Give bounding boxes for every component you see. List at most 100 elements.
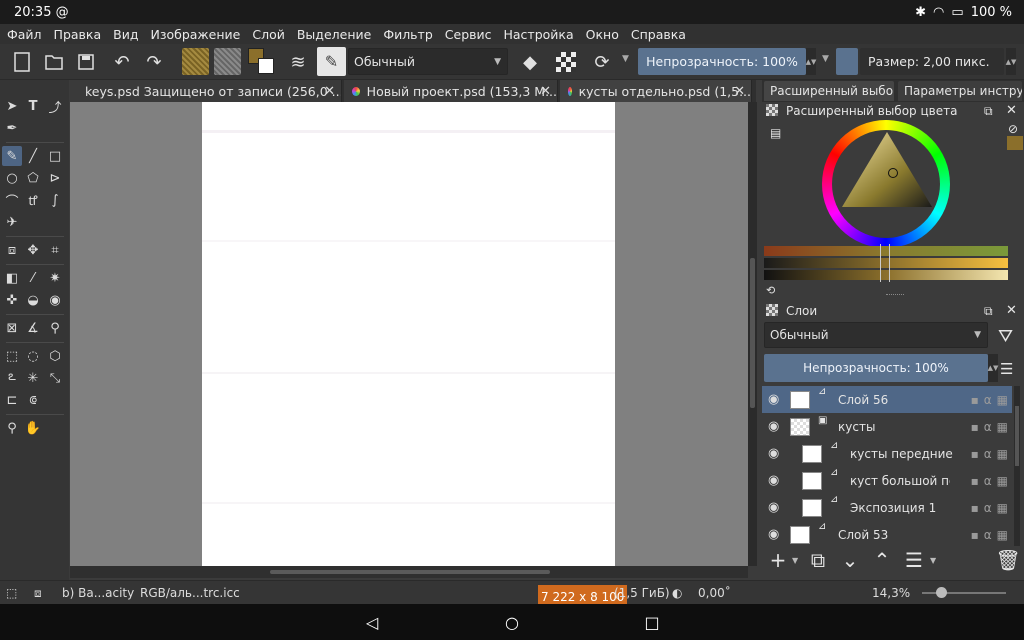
pattern-preset[interactable] — [214, 48, 241, 75]
menu-icon[interactable]: ☰ — [1000, 360, 1013, 378]
line-tool-icon[interactable]: ╱ — [23, 146, 43, 166]
menu-settings[interactable]: Настройка — [504, 27, 574, 42]
tab-keys[interactable]: keys.psd Защищено от записи (256,0 ... ✕ — [70, 80, 342, 102]
pan-tool-icon[interactable]: ✋ — [23, 418, 43, 438]
menu-tools[interactable]: Сервис — [445, 27, 492, 42]
color-settings-icon[interactable]: ▤ — [770, 126, 781, 140]
layer-opacity-slider[interactable]: Непрозрачность: 100% — [764, 354, 988, 382]
similar-select-icon[interactable]: ⤡ — [45, 368, 65, 388]
reload-preset-icon[interactable]: ⟳ — [588, 48, 616, 76]
save-icon[interactable] — [72, 48, 100, 76]
inherit-alpha-icon[interactable]: ▦ — [997, 474, 1008, 488]
color-cursor[interactable] — [888, 168, 898, 178]
size-slider-fill[interactable] — [836, 48, 858, 75]
visibility-icon[interactable]: ◉ — [768, 419, 779, 434]
layer-row[interactable]: ◉ ⊿ кусты передние ▪ α ▦ — [762, 440, 1012, 467]
layer-row[interactable]: ◉ ⊿ Слой 56 ▪ α ▦ — [762, 386, 1012, 413]
rectangle-tool-icon[interactable]: □ — [45, 146, 65, 166]
freehand-select-icon[interactable]: ఽ — [2, 368, 22, 388]
move-tool-icon[interactable]: ✥ — [23, 240, 43, 260]
inherit-alpha-icon[interactable]: ▦ — [997, 447, 1008, 461]
magic-wand-icon[interactable]: ✳ — [23, 368, 43, 388]
home-icon[interactable]: ○ — [502, 612, 522, 632]
menu-select[interactable]: Выделение — [297, 27, 371, 42]
close-icon[interactable]: ✕ — [324, 84, 335, 99]
menu-window[interactable]: Окно — [586, 27, 619, 42]
float-panel-icon[interactable]: ⧉ — [984, 304, 993, 319]
selection-display-icon[interactable]: ⧈ — [34, 581, 42, 605]
colorize-mask-icon[interactable]: ✷ — [45, 268, 65, 288]
move-layer-up-icon[interactable]: ⌃ — [870, 547, 894, 573]
eraser-icon[interactable]: ◆ — [516, 48, 544, 76]
filter-icon[interactable]: ⛛ — [998, 326, 1013, 347]
alpha-icon[interactable]: α — [984, 474, 992, 488]
menu-view[interactable]: Вид — [113, 27, 138, 42]
menu-filter[interactable]: Фильтр — [383, 27, 432, 42]
open-folder-icon[interactable] — [40, 48, 68, 76]
redo-icon[interactable]: ↷ — [140, 48, 168, 76]
lock-icon[interactable]: ▪ — [971, 447, 979, 461]
layer-row[interactable]: ◉ ▣ кусты ▪ α ▦ — [762, 413, 1012, 440]
layer-row[interactable]: ◉ ⊿ Экспозиция 1 ▪ α ▦ — [762, 494, 1012, 521]
alpha-icon[interactable]: α — [984, 393, 992, 407]
ellipse-tool-icon[interactable]: ○ — [2, 168, 22, 188]
freehand-brush-icon[interactable]: ✎ — [2, 146, 22, 166]
visibility-icon[interactable]: ◉ — [768, 473, 779, 488]
blend-mode-select[interactable]: Обычный ▼ — [348, 48, 508, 75]
scrollbar-thumb[interactable] — [1015, 406, 1019, 466]
alpha-lock-icon[interactable] — [556, 52, 576, 72]
lock-icon[interactable]: ▪ — [971, 393, 979, 407]
ellipse-select-icon[interactable]: ◌ — [23, 346, 43, 366]
delete-layer-icon[interactable]: 🗑 — [995, 547, 1020, 573]
reset-color-icon[interactable]: ⟲ — [766, 284, 775, 297]
menu-layer[interactable]: Слой — [252, 27, 285, 42]
menu-edit[interactable]: Правка — [54, 27, 102, 42]
horizontal-scrollbar[interactable] — [70, 566, 748, 578]
inherit-alpha-icon[interactable]: ▦ — [997, 393, 1008, 407]
polyline-tool-icon[interactable]: ⊳ — [45, 168, 65, 188]
dynamic-brush-icon[interactable]: ∫ — [45, 190, 65, 210]
visibility-icon[interactable]: ◉ — [768, 500, 779, 515]
inherit-alpha-icon[interactable]: ▦ — [997, 528, 1008, 542]
panel-lock-icon[interactable] — [766, 304, 778, 316]
tab-advanced-color[interactable]: Расширенный выбор... — [764, 81, 894, 101]
menu-image[interactable]: Изображение — [150, 27, 240, 42]
no-color-icon[interactable]: ⊘ — [1008, 122, 1018, 136]
measure-tool-icon[interactable]: ∡ — [23, 318, 43, 338]
visibility-icon[interactable]: ◉ — [768, 527, 779, 542]
lock-icon[interactable]: ▪ — [971, 474, 979, 488]
size-spinner[interactable]: ▲▼ — [1006, 48, 1016, 75]
current-color-swatch[interactable] — [1007, 136, 1023, 150]
lock-icon[interactable]: ▪ — [971, 420, 979, 434]
canvas-area[interactable] — [70, 102, 748, 566]
bezier-select-icon[interactable]: ⊏ — [2, 390, 22, 410]
selection-mode-icon[interactable]: ⬚ — [6, 581, 17, 605]
tab-tool-options[interactable]: Параметры инстру... — [898, 81, 1022, 101]
inherit-alpha-icon[interactable]: ▦ — [997, 501, 1008, 515]
bezier-tool-icon[interactable]: ⌒ — [2, 190, 22, 210]
duplicate-layer-icon[interactable]: ⧉ — [806, 547, 830, 573]
undo-icon[interactable]: ↶ — [108, 48, 136, 76]
menu-file[interactable]: Файл — [7, 27, 42, 42]
close-icon[interactable]: ✕ — [1006, 103, 1017, 118]
size-slider[interactable]: Размер: 2,00 пикс. — [860, 48, 1004, 75]
fill-tool-icon[interactable]: ◒ — [23, 290, 43, 310]
tab-new-project[interactable]: Новый проект.psd (153,3 М... ✕ — [344, 80, 558, 102]
close-icon[interactable]: ✕ — [1006, 303, 1017, 318]
opacity-slider[interactable]: Непрозрачность: 100% — [638, 48, 806, 75]
document-canvas[interactable] — [202, 102, 615, 566]
back-icon[interactable]: ◁ — [362, 612, 382, 632]
zoom-slider[interactable] — [922, 592, 1006, 594]
chevron-down-icon[interactable]: ▼ — [792, 556, 798, 565]
scrollbar-thumb[interactable] — [270, 570, 550, 574]
opacity-spinner[interactable]: ▲▼ — [988, 354, 998, 382]
color-picker-icon[interactable]: ⁄ — [23, 268, 43, 288]
polygon-select-icon[interactable]: ⬡ — [45, 346, 65, 366]
multibrush-icon[interactable]: ✈ — [2, 212, 22, 232]
opacity-spinner[interactable]: ▲▼ — [806, 48, 816, 75]
scrollbar-thumb[interactable] — [750, 258, 755, 408]
chevron-down-icon[interactable]: ▼ — [622, 54, 629, 64]
smart-patch-icon[interactable]: ✜ — [2, 290, 22, 310]
rect-select-icon[interactable]: ⬚ — [2, 346, 22, 366]
select-shapes-icon[interactable]: ➤ — [2, 96, 22, 116]
